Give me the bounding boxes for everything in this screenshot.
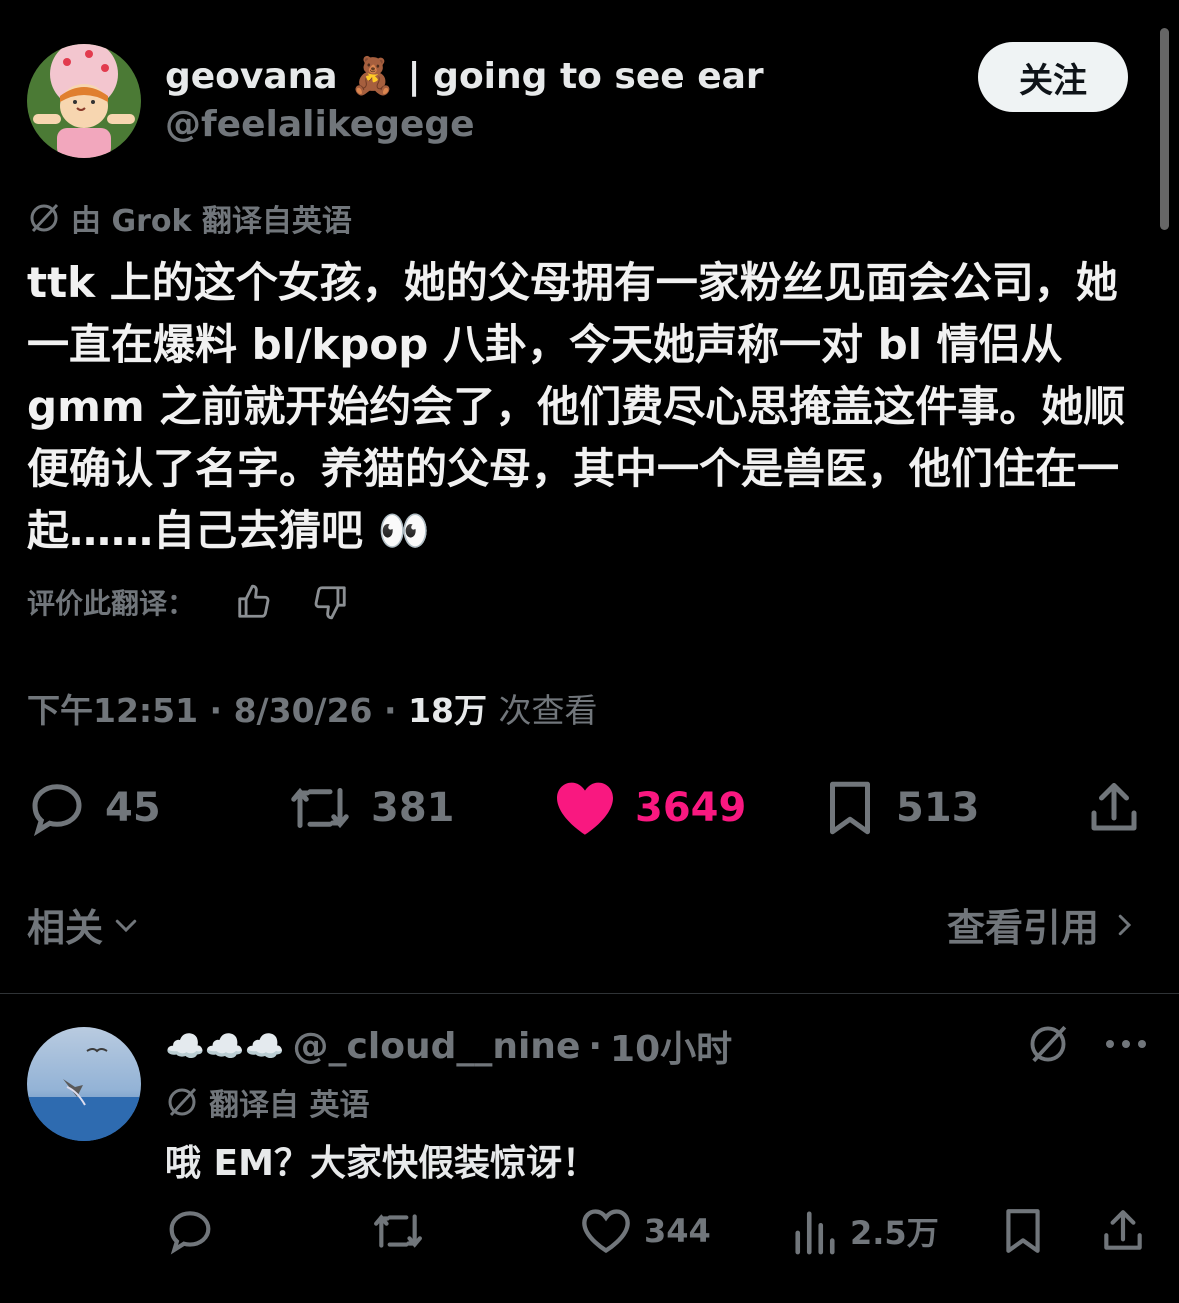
reply-like-action[interactable]: 344 xyxy=(580,1206,711,1256)
scrollbar[interactable] xyxy=(1160,28,1169,230)
tweet-date[interactable]: 8/30/26 xyxy=(234,691,373,730)
reply-display-name[interactable]: ☁️☁️☁️ xyxy=(165,1027,285,1065)
retweet-count: 381 xyxy=(371,785,455,831)
bookmark-action[interactable]: 513 xyxy=(822,778,980,838)
bookmark-count: 513 xyxy=(896,785,980,831)
reply-header: ☁️☁️☁️ @_cloud__nine · 10小时 xyxy=(165,1020,732,1072)
author-display-name[interactable]: geovana 🧸 | going to see ear xyxy=(165,55,764,97)
view-quotes-link[interactable]: 查看引用 xyxy=(947,897,1139,952)
reply-author-avatar[interactable] xyxy=(27,1027,141,1141)
retweet-action[interactable]: 381 xyxy=(287,778,455,838)
thumbs-up-icon[interactable] xyxy=(235,583,273,621)
bar-chart-icon xyxy=(792,1206,838,1256)
translate-slash-icon xyxy=(27,201,61,235)
reply-icon xyxy=(165,1206,215,1256)
bookmark-icon xyxy=(822,778,878,838)
bookmark-icon xyxy=(1000,1206,1046,1256)
view-count: 18万 xyxy=(408,691,487,730)
tweet-time[interactable]: 下午12:51 xyxy=(27,691,198,730)
rate-translation-label: 评价此翻译： xyxy=(27,587,196,620)
heart-outline-icon xyxy=(580,1206,632,1256)
thumbs-down-icon[interactable] xyxy=(311,583,349,621)
reply-share-action[interactable] xyxy=(1098,1206,1148,1256)
view-quotes-label: 查看引用 xyxy=(946,906,1099,950)
reply-handle[interactable]: @_cloud__nine xyxy=(293,1026,581,1067)
related-toggle[interactable]: 相关 xyxy=(27,897,141,952)
translation-note: 由 Grok 翻译自英语 xyxy=(27,196,352,240)
reply-reply-action[interactable] xyxy=(165,1206,215,1256)
share-icon xyxy=(1098,1206,1148,1256)
reply-bookmark-action[interactable] xyxy=(1000,1206,1046,1256)
reply-view-count: 2.5万 xyxy=(850,1214,939,1252)
reply-separator: · xyxy=(588,1025,603,1067)
author-handle[interactable]: @feelalikegege xyxy=(165,104,475,145)
meta-separator: · xyxy=(209,691,223,730)
chevron-right-icon xyxy=(1109,910,1139,940)
meta-separator: · xyxy=(384,691,397,730)
retweet-icon xyxy=(370,1206,426,1256)
more-options-button[interactable] xyxy=(1104,1030,1148,1058)
chevron-down-icon xyxy=(111,910,141,940)
translate-slash-icon xyxy=(1026,1022,1070,1066)
author-avatar[interactable] xyxy=(27,44,141,158)
translate-slash-icon xyxy=(165,1085,199,1119)
share-button[interactable] xyxy=(1084,778,1144,838)
translation-note-text: 由 Grok 翻译自英语 xyxy=(71,204,352,239)
tweet-meta: 下午12:51 · 8/30/26 · 18万 次查看 xyxy=(27,684,598,732)
reply-translation-note: 翻译自 英语 xyxy=(165,1080,369,1124)
heart-filled-icon xyxy=(553,778,617,838)
reply-translate-button[interactable] xyxy=(1026,1022,1070,1066)
rate-translation: 评价此翻译： xyxy=(27,582,349,622)
reply-action[interactable]: 45 xyxy=(27,778,161,838)
tweet-body: ttk 上的这个女孩，她的父母拥有一家粉丝见面会公司，她一直在爆料 bl/kpo… xyxy=(27,258,1126,555)
reply-icon xyxy=(27,778,87,838)
reply-body: 哦 EM？大家快假装惊讶！ xyxy=(165,1143,598,1184)
retweet-icon xyxy=(287,778,353,838)
like-count: 3649 xyxy=(635,785,747,831)
share-icon xyxy=(1084,778,1144,838)
reply-time[interactable]: 10小时 xyxy=(610,1020,732,1072)
reply-translation-text: 翻译自 英语 xyxy=(209,1088,370,1123)
like-action[interactable]: 3649 xyxy=(553,778,746,838)
section-divider xyxy=(0,993,1179,994)
reply-count: 45 xyxy=(105,785,161,831)
more-dots-icon xyxy=(1104,1030,1148,1058)
view-label: 次查看 xyxy=(498,691,598,730)
follow-button[interactable]: 关注 xyxy=(978,42,1128,112)
reply-like-count: 344 xyxy=(644,1212,711,1250)
reply-views-action[interactable]: 2.5万 xyxy=(792,1206,939,1256)
related-label: 相关 xyxy=(27,906,104,950)
reply-retweet-action[interactable] xyxy=(370,1206,426,1256)
